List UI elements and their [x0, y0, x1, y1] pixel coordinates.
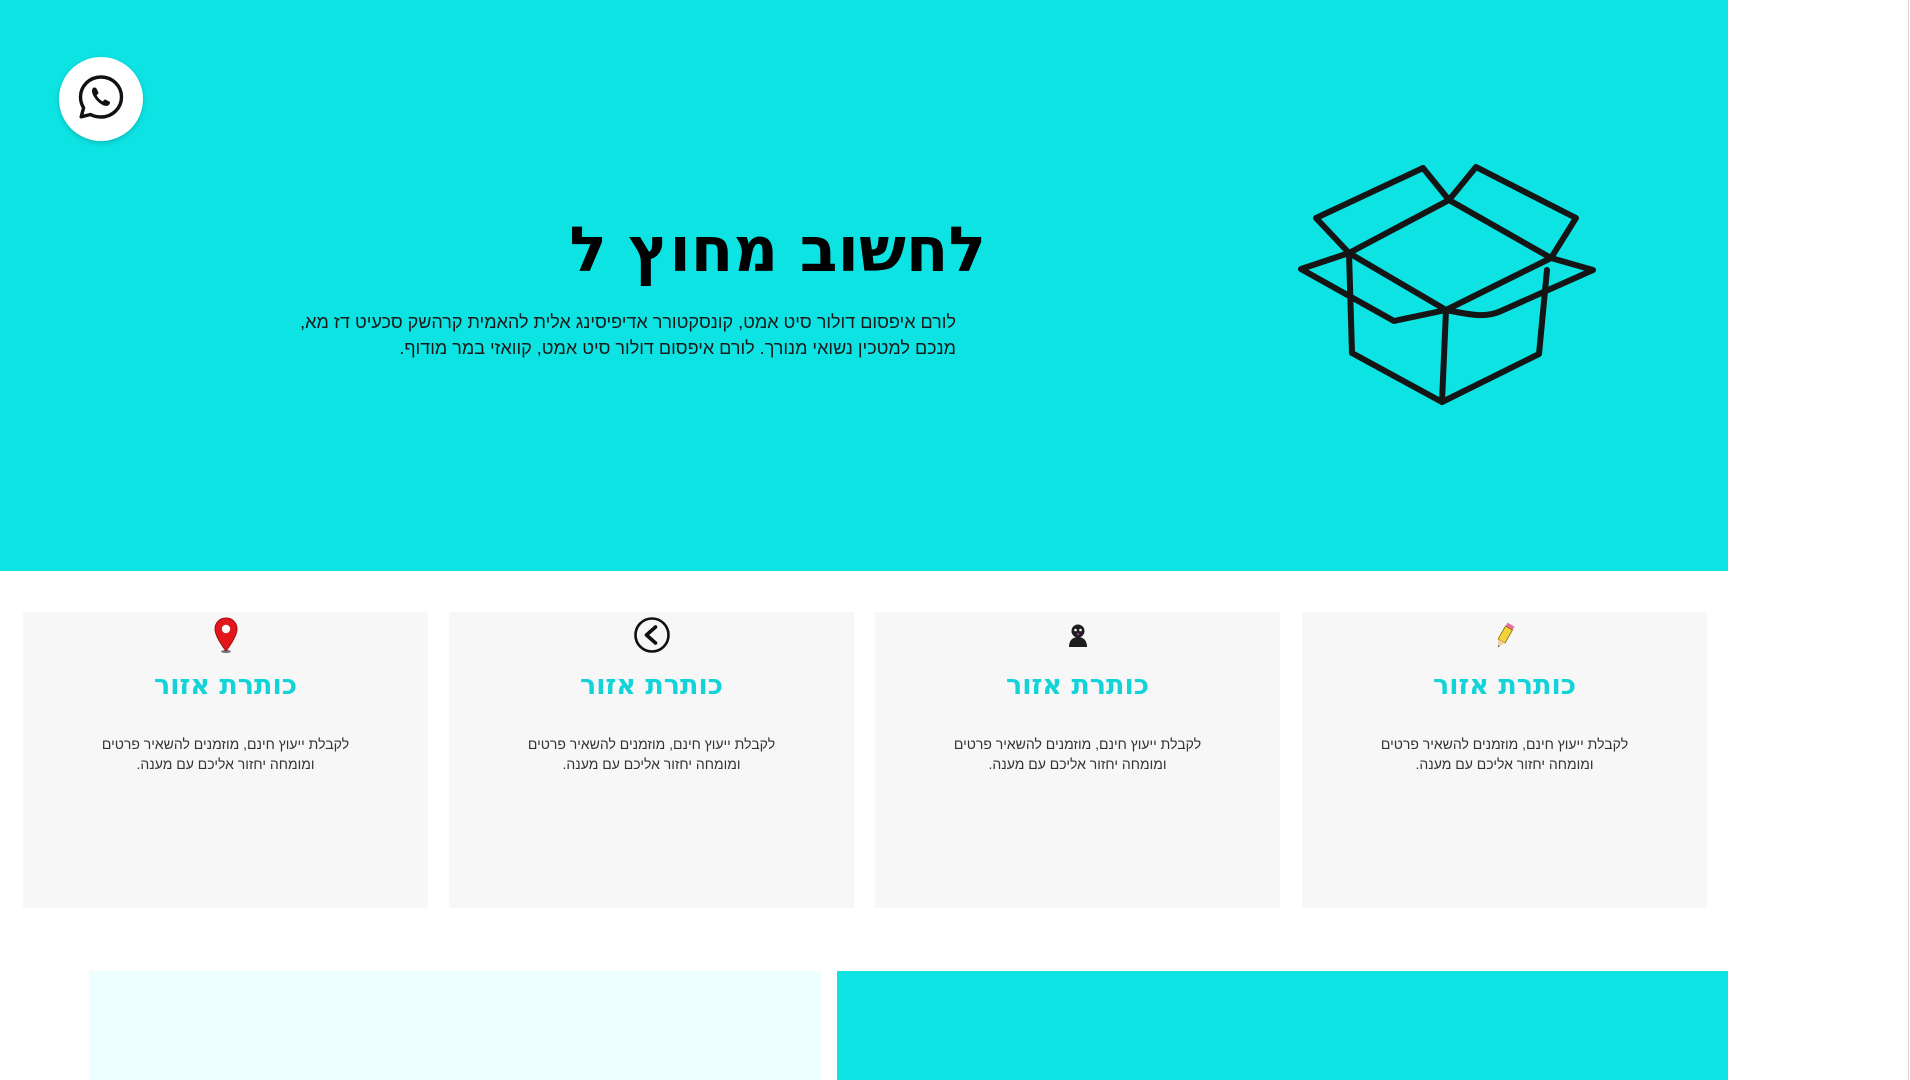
bottom-right-panel	[837, 971, 1728, 1080]
arrow-left-circle-icon	[632, 615, 672, 655]
card-title: כותרת אזור	[1432, 670, 1577, 701]
person-icon	[1058, 615, 1098, 655]
card-title: כותרת אזור	[579, 670, 724, 701]
card-text: לקבלת ייעוץ חינם, מוזמנים להשאיר פרטים ו…	[101, 736, 350, 772]
feature-card: כותרת אזור לקבלת ייעוץ חינם, מוזמנים להש…	[875, 612, 1280, 908]
hero-title: לחשוב מחוץ ל	[569, 213, 986, 286]
scrollbar-track-line	[1908, 0, 1909, 1080]
page: לחשוב מחוץ ל לורם איפסום דולור סיט אמט, …	[0, 0, 1910, 1080]
open-box-illustration	[1298, 164, 1596, 405]
card-text: לקבלת ייעוץ חינם, מוזמנים להשאיר פרטים ו…	[1380, 736, 1629, 772]
card-title: כותרת אזור	[153, 670, 298, 701]
feature-cards: כותרת אזור לקבלת ייעוץ חינם, מוזמנים להש…	[0, 612, 1728, 908]
scrollbar[interactable]	[1890, 0, 1910, 1080]
pencil-icon	[1485, 615, 1525, 655]
feature-card: כותרת אזור לקבלת ייעוץ חינם, מוזמנים להש…	[1302, 612, 1707, 908]
feature-card: כותרת אזור לקבלת ייעוץ חינם, מוזמנים להש…	[23, 612, 428, 908]
hero-section: לחשוב מחוץ ל לורם איפסום דולור סיט אמט, …	[0, 0, 1728, 571]
card-text: לקבלת ייעוץ חינם, מוזמנים להשאיר פרטים ו…	[953, 736, 1202, 772]
hero-description: לורם איפסום דולור סיט אמט, קונסקטורר אדי…	[300, 312, 956, 358]
whatsapp-icon	[75, 71, 127, 128]
feature-card: כותרת אזור לקבלת ייעוץ חינם, מוזמנים להש…	[449, 612, 854, 908]
card-title: כותרת אזור	[1005, 670, 1150, 701]
card-text: לקבלת ייעוץ חינם, מוזמנים להשאיר פרטים ו…	[527, 736, 776, 772]
whatsapp-button[interactable]	[59, 57, 143, 141]
bottom-left-panel	[89, 971, 821, 1080]
map-pin-icon	[206, 615, 246, 655]
